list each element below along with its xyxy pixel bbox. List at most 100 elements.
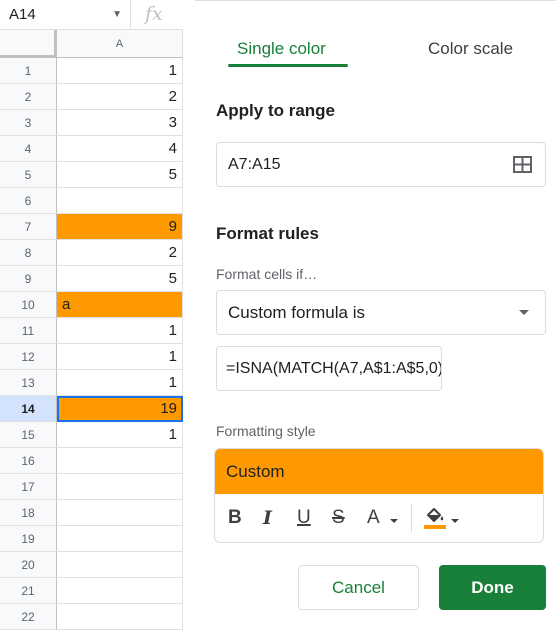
- cell[interactable]: 3: [57, 110, 183, 136]
- table-row: 18: [0, 500, 183, 526]
- table-row: 16: [0, 448, 183, 474]
- row-header[interactable]: 7: [0, 214, 57, 240]
- table-row: 13 1: [0, 370, 183, 396]
- tab-color-scale[interactable]: Color scale: [428, 39, 513, 59]
- name-box[interactable]: A14 ▼: [0, 0, 131, 30]
- table-row: 14 19: [0, 396, 183, 422]
- style-toolbar: B I U S A: [215, 494, 543, 542]
- cell[interactable]: [57, 474, 183, 500]
- row-header[interactable]: 3: [0, 110, 57, 136]
- table-row: 22: [0, 604, 183, 630]
- cell[interactable]: 1: [57, 422, 183, 448]
- text-color-dropdown-icon[interactable]: [390, 519, 398, 523]
- table-row: 22: [0, 84, 183, 110]
- table-row: 11 1: [0, 318, 183, 344]
- condition-value: Custom formula is: [228, 303, 365, 322]
- select-all-corner[interactable]: [0, 30, 57, 58]
- cell[interactable]: [57, 188, 183, 214]
- cell[interactable]: 5: [57, 162, 183, 188]
- row-header[interactable]: 14: [0, 396, 57, 422]
- condition-dropdown[interactable]: Custom formula is: [216, 290, 546, 335]
- cell[interactable]: [57, 500, 183, 526]
- cell[interactable]: 1: [57, 318, 183, 344]
- range-input[interactable]: A7:A15: [216, 142, 546, 187]
- cancel-button[interactable]: Cancel: [298, 565, 419, 610]
- row-header[interactable]: 19: [0, 526, 57, 552]
- custom-formula-input[interactable]: =ISNA(MATCH(A7,A$1:A$5,0)): [216, 346, 442, 391]
- cell[interactable]: a: [57, 292, 183, 318]
- cell[interactable]: 5: [57, 266, 183, 292]
- table-row: 15 1: [0, 422, 183, 448]
- formatting-style-card: Custom B I U S A: [214, 448, 544, 543]
- row-header[interactable]: 10: [0, 292, 57, 318]
- row-header[interactable]: 8: [0, 240, 57, 266]
- table-row: 20: [0, 552, 183, 578]
- column-header-a[interactable]: A: [57, 30, 183, 58]
- strikethrough-icon[interactable]: S: [332, 506, 345, 530]
- dropdown-arrow-icon: [519, 310, 529, 315]
- table-row: 17: [0, 474, 183, 500]
- text-color-icon[interactable]: A: [367, 506, 380, 530]
- cell[interactable]: [57, 578, 183, 604]
- cell[interactable]: [57, 526, 183, 552]
- bold-icon[interactable]: B: [228, 506, 242, 530]
- table-row: 21: [0, 578, 183, 604]
- row-header[interactable]: 18: [0, 500, 57, 526]
- cell[interactable]: 19: [57, 396, 183, 422]
- row-header[interactable]: 5: [0, 162, 57, 188]
- row-header[interactable]: 15: [0, 422, 57, 448]
- table-row: 33: [0, 110, 183, 136]
- apply-to-range-heading: Apply to range: [216, 101, 336, 120]
- row-header[interactable]: 11: [0, 318, 57, 344]
- table-row: 12 1: [0, 344, 183, 370]
- spreadsheet-grid: A14 ▼ fx A 1 1 2 2 3 3 4 4 5 5 6 7 9 8 2 9 5 10 a 11 1 12 1 13 1…: [0, 0, 183, 632]
- name-box-value: A14: [9, 6, 36, 23]
- table-row: 82: [0, 240, 183, 266]
- row-header[interactable]: 4: [0, 136, 57, 162]
- range-value: A7:A15: [228, 156, 281, 173]
- table-row: 10 a: [0, 292, 183, 318]
- cell[interactable]: [57, 448, 183, 474]
- fill-color-icon[interactable]: [422, 504, 448, 530]
- row-header[interactable]: 1: [0, 58, 57, 84]
- row-list: 1 1 2 2 3 3 4 4 5 5 6 7 9 8 2 9 5 10 a 11 1 12 1 13 1 14 19 15 1 16 17…: [0, 58, 183, 630]
- row-header[interactable]: 2: [0, 84, 57, 110]
- grid-icon[interactable]: [513, 156, 532, 173]
- cell[interactable]: [57, 552, 183, 578]
- row-header[interactable]: 20: [0, 552, 57, 578]
- cell[interactable]: 1: [57, 370, 183, 396]
- italic-icon[interactable]: I: [263, 506, 272, 530]
- table-row: 19: [0, 526, 183, 552]
- row-header[interactable]: 22: [0, 604, 57, 630]
- cell[interactable]: 2: [57, 240, 183, 266]
- name-box-dropdown-icon[interactable]: ▼: [112, 0, 122, 30]
- table-row: 95: [0, 266, 183, 292]
- style-preview[interactable]: Custom: [215, 449, 543, 494]
- fill-color-dropdown-icon[interactable]: [451, 519, 459, 523]
- table-row: 79: [0, 214, 183, 240]
- cell[interactable]: 2: [57, 84, 183, 110]
- done-button[interactable]: Done: [439, 565, 546, 610]
- row-header[interactable]: 9: [0, 266, 57, 292]
- table-row: 6: [0, 188, 183, 214]
- toolbar-divider: [411, 504, 412, 532]
- row-header[interactable]: 13: [0, 370, 57, 396]
- row-header[interactable]: 16: [0, 448, 57, 474]
- table-row: 55: [0, 162, 183, 188]
- row-header[interactable]: 21: [0, 578, 57, 604]
- cell[interactable]: 9: [57, 214, 183, 240]
- underline-icon[interactable]: U: [297, 506, 311, 530]
- table-row: 11: [0, 58, 183, 84]
- cell[interactable]: [57, 604, 183, 630]
- condition-label: Format cells if…: [216, 266, 318, 282]
- tab-single-color[interactable]: Single color: [237, 39, 326, 59]
- cell[interactable]: 4: [57, 136, 183, 162]
- table-row: 44: [0, 136, 183, 162]
- row-header[interactable]: 17: [0, 474, 57, 500]
- row-header[interactable]: 6: [0, 188, 57, 214]
- cell[interactable]: 1: [57, 58, 183, 84]
- active-tab-indicator: [228, 64, 348, 67]
- formula-bar-fx-icon: fx: [131, 0, 183, 30]
- cell[interactable]: 1: [57, 344, 183, 370]
- row-header[interactable]: 12: [0, 344, 57, 370]
